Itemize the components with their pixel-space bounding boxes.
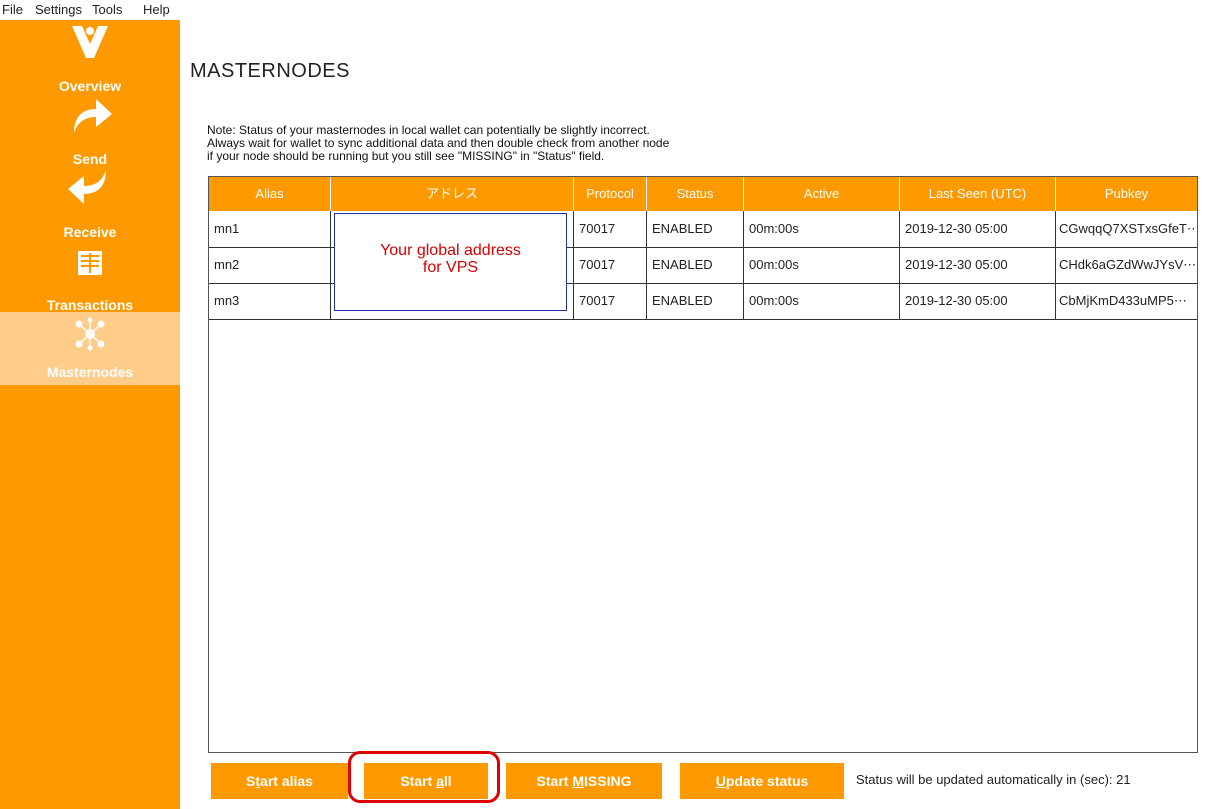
address-annotation-box: Your global address for VPS xyxy=(334,213,567,311)
cell-last-seen: 2019-12-30 05:00 xyxy=(900,247,1056,283)
cell-alias: mn3 xyxy=(209,283,331,319)
sidebar-item-label: Overview xyxy=(58,78,122,94)
cell-active: 00m:00s xyxy=(744,247,900,283)
column-header-active[interactable]: Active xyxy=(744,177,900,211)
column-header-last-seen[interactable]: Last Seen (UTC) xyxy=(900,177,1056,211)
transactions-icon xyxy=(78,251,102,275)
cell-alias: mn2 xyxy=(209,247,331,283)
cell-pubkey: CbMjKmD433uMP5⋯ xyxy=(1059,293,1187,308)
cell-last-seen: 2019-12-30 05:00 xyxy=(900,283,1056,319)
menu-settings[interactable]: Settings xyxy=(35,2,82,17)
cell-protocol: 70017 xyxy=(574,247,647,283)
start-missing-button[interactable]: Start MISSING xyxy=(506,763,662,799)
column-header-protocol[interactable]: Protocol xyxy=(574,177,647,211)
sidebar-item-label: Masternodes xyxy=(46,364,134,380)
receive-arrow-icon xyxy=(68,170,106,204)
cell-protocol: 70017 xyxy=(574,283,647,319)
column-header-alias[interactable]: Alias xyxy=(209,177,331,211)
cell-active: 00m:00s xyxy=(744,211,900,247)
sidebar-item-label: Transactions xyxy=(46,297,134,313)
annotation-line: Your global address xyxy=(380,242,521,259)
button-label: pdate status xyxy=(725,773,809,789)
update-status-button[interactable]: Update status xyxy=(680,763,844,799)
cell-pubkey: CGwqqQ7XSTxsGfeT⋯ xyxy=(1059,221,1197,236)
sidebar-item-label: Send xyxy=(72,151,108,167)
button-label: ISSING xyxy=(584,773,632,789)
status-note: Note: Status of your masternodes in loca… xyxy=(207,124,669,163)
button-mnemonic: U xyxy=(715,773,726,789)
menu-bar: File Settings Tools Help xyxy=(0,0,1220,20)
column-header-pubkey[interactable]: Pubkey xyxy=(1056,177,1197,211)
cell-active: 00m:00s xyxy=(744,283,900,319)
column-header-status[interactable]: Status xyxy=(647,177,744,211)
start-alias-button[interactable]: Start alias xyxy=(211,763,348,799)
sidebar-item-send[interactable]: Send xyxy=(0,93,180,167)
cell-pubkey: CHdk6aGZdWwJYsV⋯ xyxy=(1059,257,1197,272)
cell-status: ENABLED xyxy=(647,211,744,247)
button-label: S xyxy=(246,773,256,789)
masternodes-icon xyxy=(75,317,105,351)
button-label: art alias xyxy=(260,773,313,789)
sidebar-item-transactions[interactable]: Transactions xyxy=(0,239,180,313)
button-mnemonic: M xyxy=(572,773,584,789)
page-title: MASTERNODES xyxy=(190,60,350,82)
logo-icon xyxy=(72,26,108,58)
button-label: Start xyxy=(536,773,573,789)
cell-protocol: 70017 xyxy=(574,211,647,247)
start-all-highlight xyxy=(348,751,500,803)
menu-help[interactable]: Help xyxy=(143,2,170,17)
send-arrow-icon xyxy=(74,99,112,133)
column-header-address[interactable]: アドレス xyxy=(331,177,574,211)
sidebar-item-label: Receive xyxy=(63,224,117,240)
cell-alias: mn1 xyxy=(209,211,331,247)
annotation-line: for VPS xyxy=(422,259,479,276)
menu-file[interactable]: File xyxy=(2,2,23,17)
annotation-text: Your global address for VPS xyxy=(335,242,566,276)
note-line: if your node should be running but you s… xyxy=(207,149,605,163)
sidebar-item-masternodes[interactable]: Masternodes xyxy=(0,312,180,385)
sidebar-item-overview[interactable]: Overview xyxy=(0,20,180,94)
menu-tools[interactable]: Tools xyxy=(92,2,122,17)
cell-status: ENABLED xyxy=(647,283,744,319)
sidebar-item-receive[interactable]: Receive xyxy=(0,166,180,240)
cell-status: ENABLED xyxy=(647,247,744,283)
auto-update-status: Status will be updated automatically in … xyxy=(856,772,1131,787)
sidebar: Overview Send Receive Transactions Maste… xyxy=(0,20,180,809)
cell-last-seen: 2019-12-30 05:00 xyxy=(900,211,1056,247)
